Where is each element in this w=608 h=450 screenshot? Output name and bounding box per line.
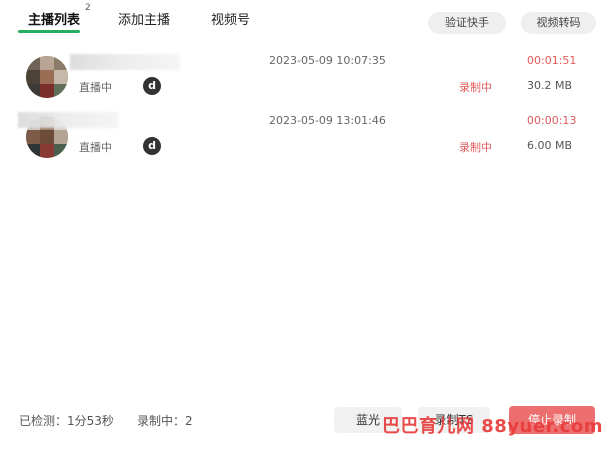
active-tab-indicator	[18, 30, 80, 33]
douyin-icon: d	[143, 77, 161, 95]
start-time: 2023-05-09 10:07:35	[269, 54, 386, 67]
tab-streamer-list-label: 主播列表	[28, 13, 81, 28]
tab-add-streamer-label: 添加主播	[118, 13, 171, 28]
tab-streamer-count-badge: 2	[85, 3, 91, 13]
list-item[interactable]: 直播中 d 2023-05-09 10:07:35 录制中 00:01:51 3…	[0, 48, 608, 108]
record-status: 录制中	[459, 141, 492, 154]
record-duration: 00:00:13	[527, 114, 577, 127]
record-duration: 00:01:51	[527, 54, 577, 67]
live-status: 直播中	[79, 141, 112, 154]
list-item[interactable]: 直播中 d 2023-05-09 13:01:46 录制中 00:00:13 6…	[0, 108, 608, 168]
tab-add-streamer[interactable]: 添加主播	[118, 9, 170, 28]
record-ts-button[interactable]: 录制TS	[418, 407, 490, 433]
tab-video-account[interactable]: 视频号	[211, 9, 250, 28]
record-status: 录制中	[459, 81, 492, 94]
recording-count: 录制中：2	[137, 414, 193, 428]
avatar	[26, 56, 68, 98]
start-time: 2023-05-09 13:01:46	[269, 114, 386, 127]
douyin-icon: d	[143, 137, 161, 155]
verify-kuaishou-button[interactable]: 验证快手	[428, 12, 506, 34]
tab-streamer-list[interactable]: 主播列表	[28, 9, 80, 28]
file-size: 6.00 MB	[527, 139, 573, 152]
stop-recording-button[interactable]: 停止录制	[509, 406, 595, 434]
streamer-name-blurred	[70, 54, 180, 70]
detected-time: 已检测：1分53秒	[19, 414, 114, 428]
tab-bar: 主播列表 2 添加主播 视频号 验证快手 视频转码	[0, 0, 608, 36]
live-status: 直播中	[79, 81, 112, 94]
file-size: 30.2 MB	[527, 79, 573, 92]
tab-video-account-label: 视频号	[211, 13, 251, 28]
quality-bluray-button[interactable]: 蓝光	[334, 407, 402, 433]
streamer-name-blurred	[18, 112, 118, 128]
video-transcode-button[interactable]: 视频转码	[521, 12, 596, 34]
